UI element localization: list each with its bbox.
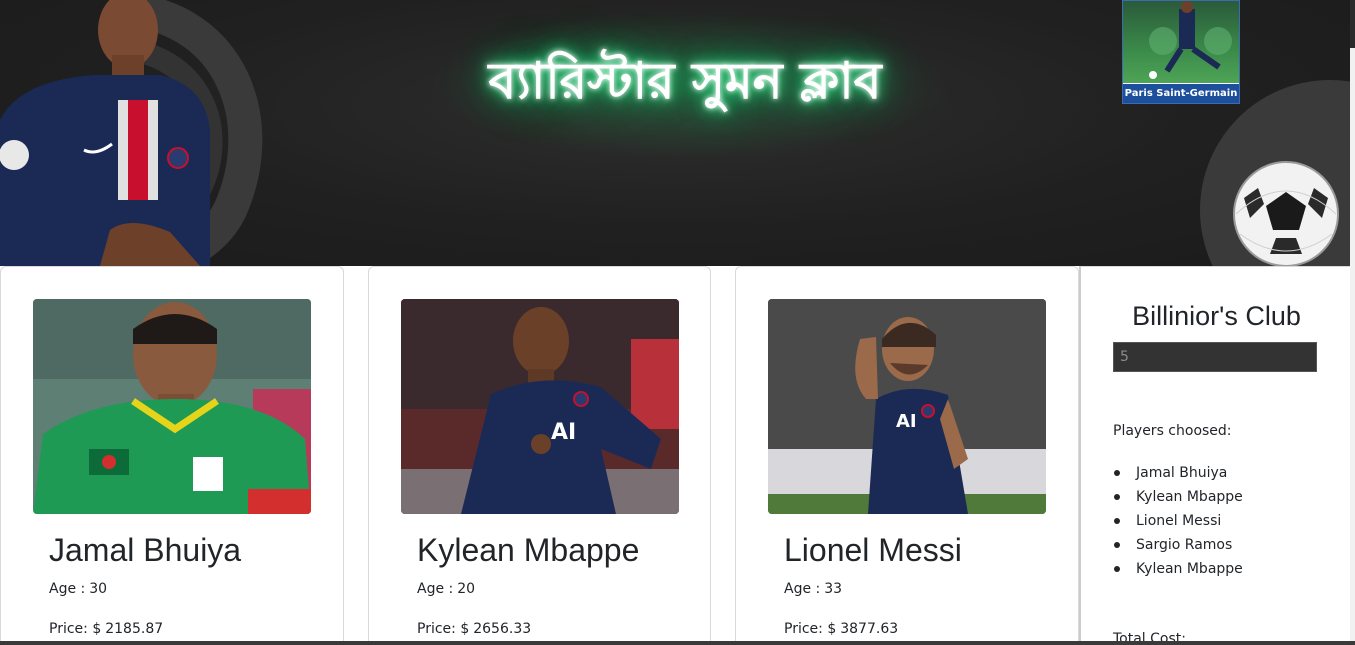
- age-value: 30: [89, 581, 108, 597]
- player-age: Age :20: [417, 581, 475, 597]
- player-name: Kylean Mbappe: [417, 532, 640, 568]
- price-value: 3877.63: [840, 621, 899, 637]
- hero-banner: ব্যারিস্টার সুমন ক্লাব Paris Saint-Germa…: [0, 0, 1350, 266]
- club-panel: Billinior's Club Players choosed: Jamal …: [1079, 266, 1350, 645]
- players-chosen-label: Players choosed:: [1113, 423, 1232, 439]
- list-item: Sargio Ramos: [1113, 533, 1243, 557]
- player-photo: AI: [401, 299, 679, 514]
- window-bottom-edge: [0, 641, 1355, 645]
- price-label: Price: $: [417, 621, 470, 637]
- age-label: Age :: [784, 581, 821, 597]
- list-item: Jamal Bhuiya: [1113, 461, 1243, 485]
- player-age: Age :33: [784, 581, 842, 597]
- budget-input[interactable]: [1113, 342, 1317, 372]
- player-name: Lionel Messi: [784, 532, 962, 568]
- age-value: 33: [824, 581, 843, 597]
- svg-text:AI: AI: [551, 420, 576, 445]
- club-title: Billinior's Club: [1132, 301, 1301, 331]
- price-value: 2656.33: [473, 621, 532, 637]
- player-price: Price: $2656.33: [417, 621, 531, 637]
- soccer-ball-icon: [1233, 161, 1339, 266]
- player-name: Jamal Bhuiya: [49, 532, 242, 568]
- page-title: ব্যারিস্টার সুমন ক্লাব: [488, 51, 882, 110]
- price-label: Price: $: [49, 621, 102, 637]
- age-value: 20: [457, 581, 476, 597]
- age-label: Age :: [49, 581, 86, 597]
- price-label: Price: $: [784, 621, 837, 637]
- age-label: Age :: [417, 581, 454, 597]
- player-photo: [33, 299, 311, 514]
- list-item: Kylean Mbappe: [1113, 557, 1243, 581]
- psg-caption: Paris Saint-Germain: [1123, 83, 1239, 103]
- psg-player-thumbnail: Paris Saint-Germain: [1122, 0, 1240, 104]
- list-item: Kylean Mbappe: [1113, 485, 1243, 509]
- psg-action-image: [1149, 1, 1232, 79]
- chosen-players-list: Jamal Bhuiya Kylean Mbappe Lionel Messi …: [1113, 461, 1243, 581]
- player-card: AI Kylean Mbappe Age :20 Price: $2656.33: [368, 266, 711, 645]
- player-age: Age :30: [49, 581, 107, 597]
- player-card: AI Lionel Messi Age :33 Price: $3877.63: [735, 266, 1079, 645]
- player-price: Price: $2185.87: [49, 621, 163, 637]
- scrollbar-thumb[interactable]: [1350, 0, 1355, 48]
- player-price: Price: $3877.63: [784, 621, 898, 637]
- list-item: Lionel Messi: [1113, 509, 1243, 533]
- player-photo: AI: [768, 299, 1046, 514]
- mbappe-banner-image: [0, 0, 210, 266]
- player-card: Jamal Bhuiya Age :30 Price: $2185.87: [0, 266, 344, 645]
- svg-text:AI: AI: [896, 411, 917, 432]
- price-value: 2185.87: [105, 621, 164, 637]
